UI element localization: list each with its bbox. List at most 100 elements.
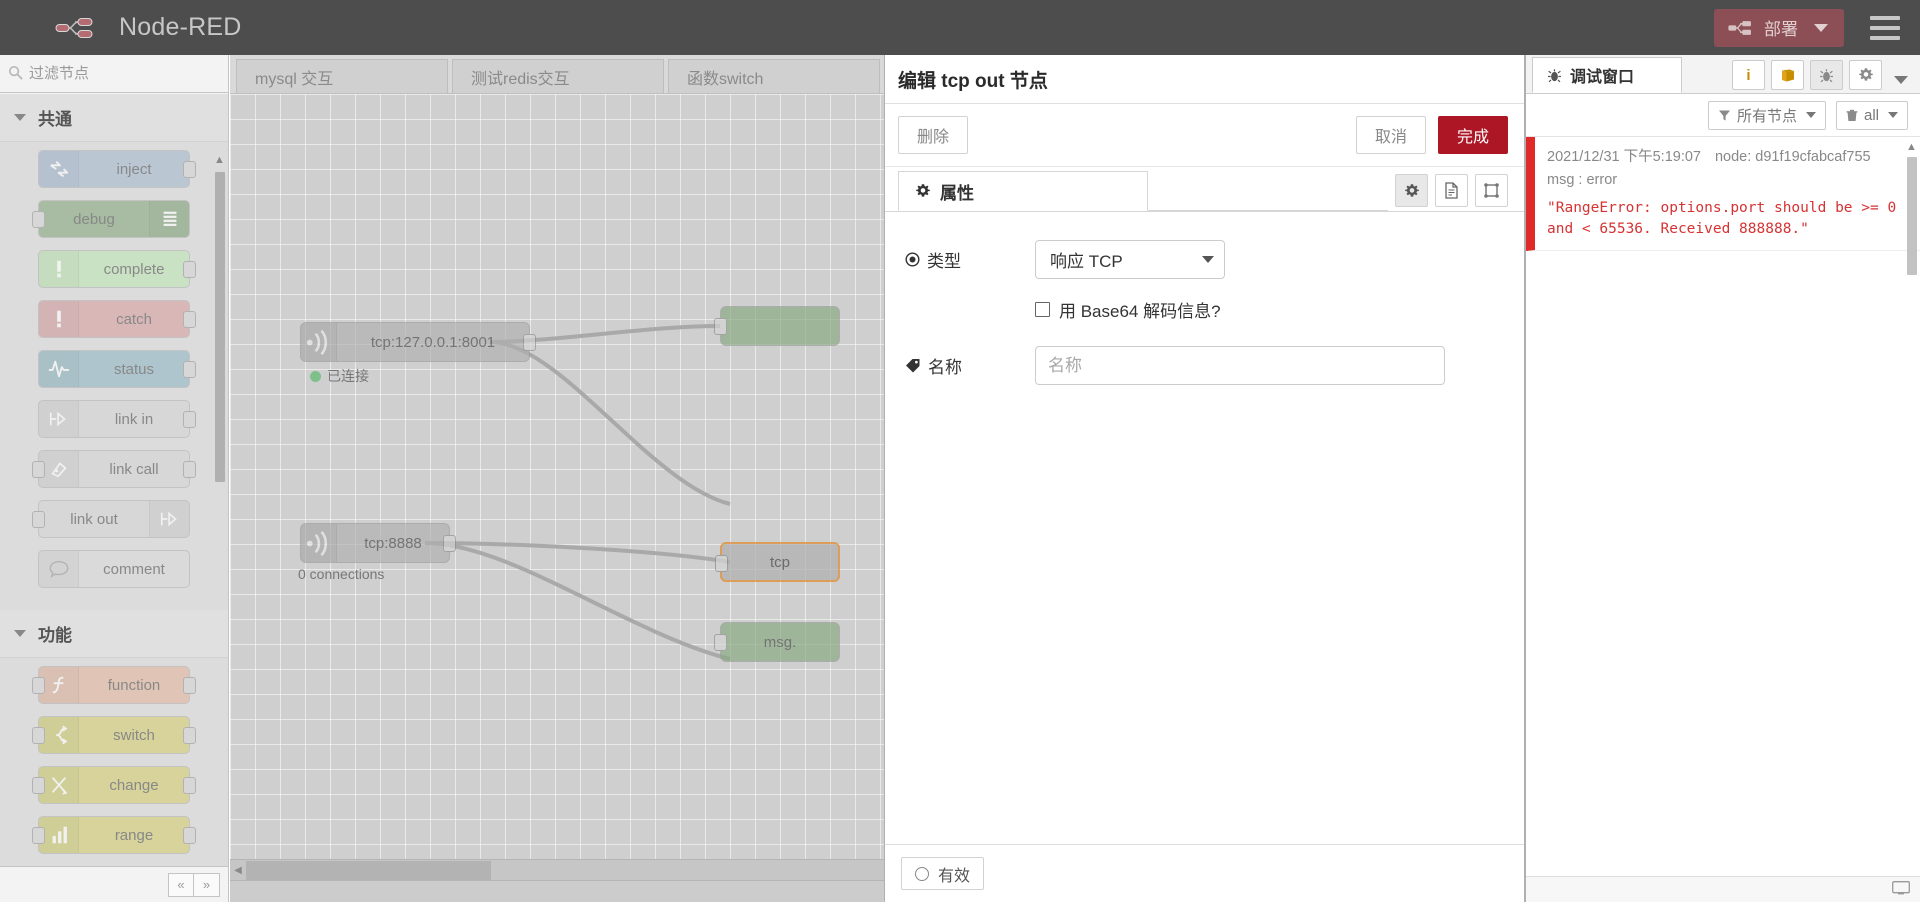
display-icon[interactable] (1892, 881, 1910, 898)
clear-label: all (1863, 106, 1879, 124)
flow-node[interactable] (714, 306, 840, 346)
palette-node-label: complete (103, 260, 165, 278)
node-input-port[interactable] (32, 727, 45, 744)
palette-search[interactable] (0, 55, 228, 93)
scroll-up-arrow[interactable]: ▲ (213, 154, 226, 166)
document-icon[interactable] (1435, 174, 1468, 207)
node-output-port[interactable] (183, 727, 196, 744)
node-output-port[interactable] (183, 311, 196, 328)
info-icon[interactable]: i (1732, 60, 1765, 90)
palette-node-complete[interactable]: complete (38, 250, 196, 288)
flow-node-label: msg. (763, 633, 797, 651)
tab-properties[interactable]: 属性 (898, 171, 1148, 211)
search-input[interactable] (27, 64, 220, 83)
palette-node-link-in[interactable]: link in (38, 400, 196, 438)
palette-scrollbar[interactable]: ▲ ▼ (213, 154, 226, 866)
flow-tab-1[interactable]: mysql 交互 (236, 59, 448, 93)
node-output-port[interactable] (183, 361, 196, 378)
canvas-scroll-thumb[interactable] (246, 860, 491, 880)
node-input-port[interactable] (32, 211, 45, 228)
palette-node-link-call[interactable]: link call (32, 450, 196, 488)
bug-icon[interactable] (1810, 60, 1843, 90)
node-input-port[interactable] (714, 318, 727, 335)
node-input-port[interactable] (32, 677, 45, 694)
palette-category-header[interactable]: 功能 (0, 610, 228, 658)
node-input-port[interactable] (32, 827, 45, 844)
debug-message-payload: "RangeError: options.port should be >= 0… (1547, 200, 1905, 238)
node-input-port[interactable] (714, 634, 727, 651)
chevron-down-icon (1202, 256, 1214, 263)
debug-node-id[interactable]: node: d91f19cfabcaf755 (1715, 149, 1871, 165)
node-input-port[interactable] (32, 511, 45, 528)
chevron-down-icon[interactable] (1814, 23, 1828, 32)
palette-node-catch[interactable]: catch (38, 300, 196, 338)
name-label: 名称 (905, 353, 1035, 378)
flow-tab-2[interactable]: 测试redis交互 (452, 59, 664, 93)
flow-node[interactable]: tcp:127.0.0.1:8001 (300, 322, 536, 362)
palette-node-change[interactable]: change (32, 766, 196, 804)
dialog-toolbar: 删除 取消 完成 (885, 104, 1524, 167)
hamburger-menu-icon[interactable] (1870, 15, 1900, 40)
palette-node-inject[interactable]: inject (38, 150, 196, 188)
node-input-port[interactable] (32, 777, 45, 794)
node-output-port[interactable] (183, 461, 196, 478)
base64-label: 用 Base64 解码信息? (1059, 302, 1221, 321)
debug-message[interactable]: 2021/12/31 下午5:19:07 node: d91f19cfabcaf7… (1526, 137, 1920, 252)
base64-checkbox[interactable] (1035, 302, 1050, 317)
clear-messages-button[interactable]: all (1835, 100, 1908, 130)
palette-footer: « » (0, 866, 228, 902)
node-output-port[interactable] (183, 827, 196, 844)
debug-scroll-thumb[interactable] (1907, 157, 1917, 275)
tab-debug-window[interactable]: 调试窗口 (1532, 57, 1682, 93)
debug-sidebar: 调试窗口 i 所有节点 all 2021/12/31 下午5:19:07 nod… (1525, 55, 1920, 902)
field-row-base64[interactable]: 用 Base64 解码信息? (1035, 297, 1504, 322)
node-output-port[interactable] (183, 677, 196, 694)
enabled-toggle-button[interactable]: 有效 (901, 857, 985, 890)
node-output-port[interactable] (183, 161, 196, 178)
type-label-text: 类型 (927, 252, 961, 271)
palette-scroll-thumb[interactable] (215, 172, 225, 482)
palette-categories: 共通 inject debug complete catch status link in l… (0, 94, 228, 866)
palette-node-link-out[interactable]: link out (32, 500, 190, 538)
node-output-port[interactable] (183, 411, 196, 428)
palette-node-range[interactable]: range (32, 816, 196, 854)
debug-scroll-up-arrow[interactable]: ▲ (1905, 141, 1918, 154)
node-input-port[interactable] (715, 555, 728, 572)
flow-node[interactable]: msg. (714, 622, 840, 662)
node-output-port[interactable] (443, 535, 456, 552)
node-output-port[interactable] (523, 334, 536, 351)
palette-node-label: switch (113, 726, 155, 744)
node-input-port[interactable] (32, 461, 45, 478)
appearance-frame-icon[interactable] (1475, 174, 1508, 207)
deploy-button[interactable]: 部署 (1714, 8, 1844, 47)
name-input[interactable] (1035, 346, 1445, 385)
palette-node-status[interactable]: status (38, 350, 196, 388)
flow-node[interactable]: tcp:8888 (300, 523, 456, 563)
flow-node[interactable]: tcp (715, 542, 840, 582)
gear-icon[interactable] (1395, 174, 1428, 207)
delete-button[interactable]: 删除 (898, 116, 969, 154)
palette-node-debug[interactable]: debug (32, 200, 190, 238)
flow-node-status-text: 0 connections (298, 566, 385, 582)
type-select[interactable]: 响应 TCP (1035, 240, 1225, 279)
scroll-left-arrow[interactable]: ◀ (230, 865, 246, 876)
node-output-port[interactable] (183, 777, 196, 794)
debug-message-list[interactable]: 2021/12/31 下午5:19:07 node: d91f19cfabcaf7… (1526, 137, 1920, 876)
palette-node-switch[interactable]: switch (32, 716, 196, 754)
help-book-icon[interactable] (1771, 60, 1804, 90)
cancel-button[interactable]: 取消 (1355, 116, 1426, 154)
debug-scrollbar[interactable]: ▲ (1905, 141, 1918, 872)
expand-all-button[interactable]: » (194, 872, 220, 897)
flow-tab-3[interactable]: 函数switch (668, 59, 880, 93)
filter-nodes-button[interactable]: 所有节点 (1707, 100, 1826, 130)
gear-icon[interactable] (1849, 60, 1882, 90)
palette-category-header[interactable]: 共通 (0, 94, 228, 142)
palette-node-label: link call (109, 460, 159, 478)
palette-node-label: change (109, 776, 159, 794)
palette-node-function[interactable]: function (32, 666, 196, 704)
node-output-port[interactable] (183, 261, 196, 278)
done-button[interactable]: 完成 (1437, 116, 1508, 154)
collapse-all-button[interactable]: « (168, 872, 194, 897)
palette-node-comment[interactable]: comment (38, 550, 190, 588)
chevron-down-icon[interactable] (1894, 76, 1908, 84)
